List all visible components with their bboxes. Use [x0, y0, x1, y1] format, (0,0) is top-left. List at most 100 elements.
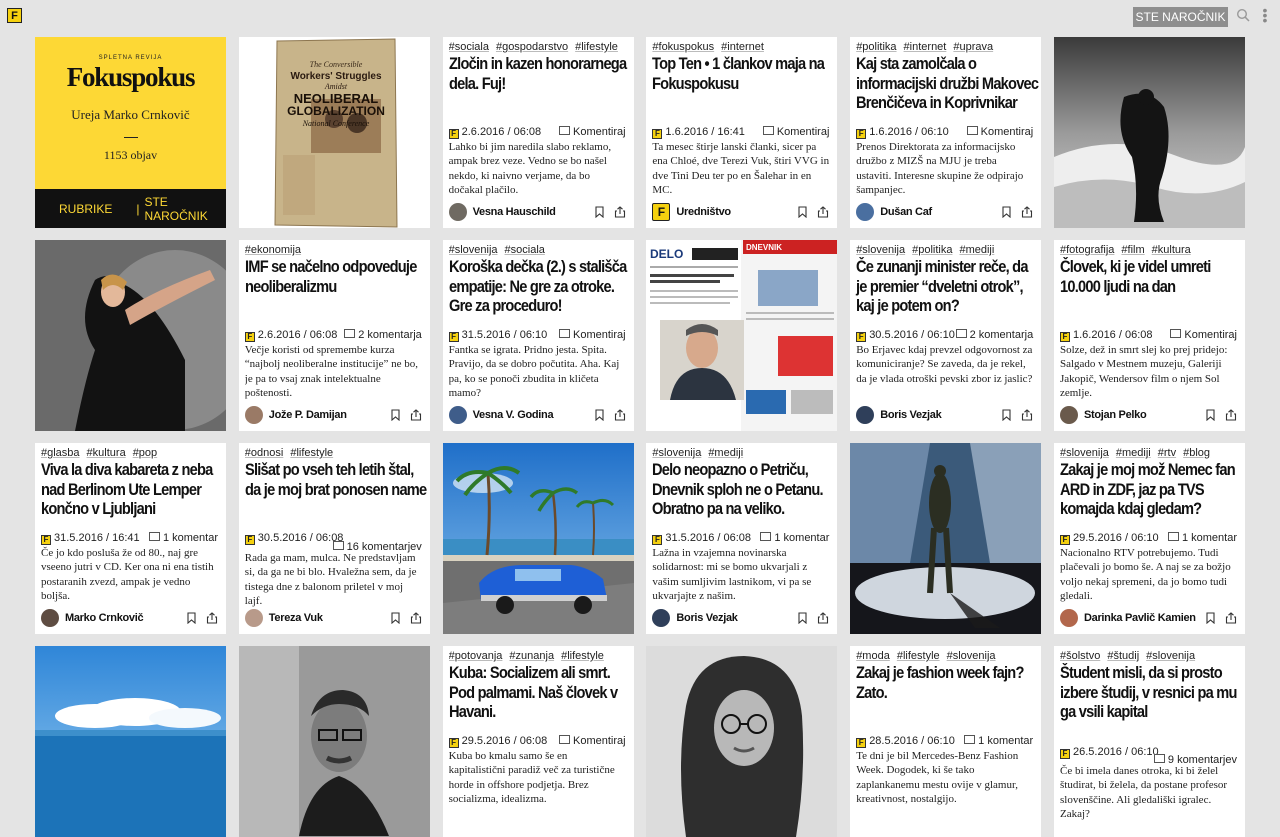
tag-link[interactable]: #internet — [904, 41, 947, 53]
article-card[interactable]: #odnosi #lifestyle Slišat po vseh teh let… — [238, 443, 430, 634]
share-icon[interactable] — [206, 612, 218, 624]
photo-card-wave[interactable] — [1053, 37, 1245, 228]
avatar[interactable] — [652, 609, 671, 627]
article-card[interactable]: #slovenija #sociala Koroška dečka (2.) s … — [442, 240, 634, 431]
article-title[interactable]: Slišat po vseh teh letih štal, da je moj… — [245, 460, 430, 499]
tag-link[interactable]: #slovenija — [449, 244, 498, 256]
tag-link[interactable]: #kultura — [1152, 244, 1191, 256]
author-name[interactable]: Boris Vezjak — [880, 409, 942, 421]
tag-link[interactable]: #odnosi — [245, 447, 284, 459]
bookmark-icon[interactable] — [1206, 612, 1215, 624]
article-title[interactable]: Človek, ki je videl umreti 10.000 ljudi … — [1060, 257, 1245, 296]
tag-link[interactable]: #moda — [856, 650, 890, 662]
tag-link[interactable]: #politika — [912, 244, 952, 256]
photo-card-dancer[interactable] — [35, 240, 226, 431]
avatar[interactable] — [244, 609, 263, 627]
tag-link[interactable]: #sociala — [449, 41, 489, 53]
article-card[interactable]: #slovenija #politika #mediji Če zunanji mi… — [850, 240, 1042, 431]
tag-link[interactable]: #sociala — [505, 244, 545, 256]
author-name[interactable]: Marko Crnkovič — [65, 612, 144, 624]
article-title[interactable]: Kaj sta zamolčala o informacijski družbi… — [856, 54, 1041, 113]
comments-link[interactable]: Komentiraj — [559, 735, 626, 747]
tag-link[interactable]: #fokuspokus — [652, 41, 714, 53]
article-title[interactable]: Študent misli, da si prosto izbere študi… — [1060, 663, 1245, 722]
brand-subscribe-button[interactable]: STE NAROČNIK — [144, 195, 226, 223]
tag-link[interactable]: #internet — [721, 41, 764, 53]
tag-link[interactable]: #potovanja — [449, 650, 503, 662]
bookmark-icon[interactable] — [1002, 409, 1011, 421]
tag-link[interactable]: #kultura — [87, 447, 126, 459]
tag-link[interactable]: #rtv — [1158, 447, 1176, 459]
author-name[interactable]: Dušan Caf — [880, 206, 932, 218]
author-name[interactable]: Uredništvo — [676, 206, 731, 218]
article-card[interactable]: #slovenija #mediji #rtv #blog Zakaj je moj … — [1053, 443, 1245, 634]
fokuspokus-avatar-icon[interactable]: F — [652, 203, 671, 221]
tag-link[interactable]: #pop — [133, 447, 157, 459]
bookmark-icon[interactable] — [187, 612, 196, 624]
search-icon[interactable] — [1236, 8, 1250, 22]
tag-link[interactable]: #zunanja — [509, 650, 554, 662]
photo-card-sea[interactable] — [35, 646, 226, 837]
site-logo-icon[interactable]: F — [7, 8, 22, 23]
comments-link[interactable]: 2 komentarja — [344, 329, 422, 341]
author-name[interactable]: Boris Vezjak — [676, 612, 738, 624]
article-card[interactable]: #glasba #kultura #pop Viva la diva kabaret… — [35, 443, 226, 634]
article-card[interactable]: #slovenija #mediji Delo neopazno o Petrič… — [646, 443, 838, 634]
avatar[interactable] — [448, 203, 467, 221]
tag-link[interactable]: #glasba — [41, 447, 80, 459]
rubrike-button[interactable]: RUBRIKE — [59, 202, 112, 216]
comments-link[interactable]: Komentiraj — [763, 126, 830, 138]
article-card[interactable]: #moda #lifestyle #slovenija Zakaj je fashi… — [850, 646, 1042, 837]
bookmark-icon[interactable] — [595, 206, 604, 218]
bookmark-icon[interactable] — [391, 409, 400, 421]
poster-image-card[interactable]: The Conversible Workers' Struggles Amids… — [238, 37, 430, 228]
avatar[interactable] — [244, 406, 263, 424]
author-name[interactable]: Vesna Hauschild — [473, 206, 556, 218]
article-card[interactable]: #fotografija #film #kultura Človek, ki je … — [1053, 240, 1245, 431]
tag-link[interactable]: #mediji — [1116, 447, 1151, 459]
article-title[interactable]: Zločin in kazen honorarnega dela. Fuj! — [449, 54, 634, 93]
tag-link[interactable]: #lifestyle — [561, 650, 604, 662]
avatar[interactable] — [856, 406, 875, 424]
photo-card-runway[interactable] — [850, 443, 1042, 634]
bookmark-icon[interactable] — [1206, 409, 1215, 421]
author-name[interactable]: Stojan Pelko — [1084, 409, 1147, 421]
bookmark-icon[interactable] — [798, 612, 807, 624]
article-title[interactable]: Zakaj je fashion week fajn? Zato. — [856, 663, 1041, 702]
avatar[interactable] — [41, 609, 59, 627]
tag-link[interactable]: #lifestyle — [897, 650, 940, 662]
more-menu-icon[interactable]: • • • — [1262, 3, 1268, 27]
brand-name[interactable]: Fokuspokus — [67, 62, 196, 93]
comments-link[interactable]: 1 komentar — [760, 532, 829, 544]
comments-link[interactable]: Komentiraj — [967, 126, 1034, 138]
photo-card-portrait-man[interactable] — [238, 646, 430, 837]
share-icon[interactable] — [817, 206, 829, 218]
comments-link[interactable]: 2 komentarja — [956, 329, 1034, 341]
article-title[interactable]: IMF se načelno odpoveduje neoliberalizmu — [245, 257, 430, 296]
article-title[interactable]: Top Ten • 1 člankov maja na Fokuspokusu — [652, 54, 837, 93]
share-icon[interactable] — [614, 206, 626, 218]
tag-link[interactable]: #politika — [856, 41, 896, 53]
tag-link[interactable]: #ekonomija — [245, 244, 301, 256]
article-title[interactable]: Koroška dečka (2.) s stališča empatije: … — [449, 257, 634, 316]
article-card[interactable]: #sociala #gospodarstvo #lifestyle Zločin i… — [442, 37, 634, 228]
tag-link[interactable]: #mediji — [708, 447, 743, 459]
article-card[interactable]: #fokuspokus #internet Top Ten • 1 člankov… — [646, 37, 838, 228]
tag-link[interactable]: #slovenija — [1146, 650, 1195, 662]
share-icon[interactable] — [410, 612, 422, 624]
bookmark-icon[interactable] — [595, 409, 604, 421]
comments-link[interactable]: 1 komentar — [964, 735, 1033, 747]
avatar[interactable] — [448, 406, 467, 424]
tag-link[interactable]: #lifestyle — [290, 447, 333, 459]
article-title[interactable]: Če zunanji minister reče, da je premier … — [856, 257, 1041, 316]
tag-link[interactable]: #blog — [1183, 447, 1210, 459]
avatar[interactable] — [856, 203, 875, 221]
avatar[interactable] — [1059, 609, 1078, 627]
comments-link[interactable]: 1 komentar — [1168, 532, 1237, 544]
tag-link[interactable]: #uprava — [953, 41, 993, 53]
bookmark-icon[interactable] — [798, 206, 807, 218]
tag-link[interactable]: #slovenija — [947, 650, 996, 662]
avatar[interactable] — [1059, 406, 1078, 424]
share-icon[interactable] — [614, 409, 626, 421]
newspaper-screenshot-card[interactable]: DELO DNEVNIK — [646, 240, 838, 431]
